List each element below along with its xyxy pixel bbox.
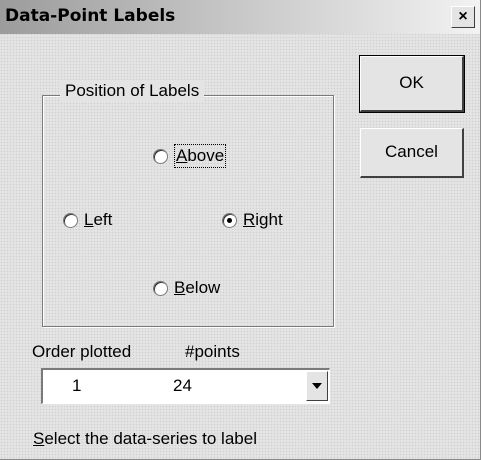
chevron-down-icon <box>312 383 322 389</box>
radio-right[interactable]: Right <box>222 209 283 231</box>
close-icon: × <box>458 8 468 25</box>
data-point-labels-dialog: Data-Point Labels × Position of Labels A… <box>0 0 481 460</box>
radio-below[interactable]: Below <box>153 277 220 299</box>
dropdown-button[interactable] <box>306 371 328 401</box>
radio-above[interactable]: Above <box>153 144 227 168</box>
points-header: #points <box>185 342 240 361</box>
radio-below-label: Below <box>174 278 221 297</box>
dialog-title: Data-Point Labels <box>5 6 176 26</box>
position-group-label: Position of Labels <box>60 80 205 102</box>
radio-left-label: Left <box>84 210 113 229</box>
selected-points-value: 24 <box>173 376 192 395</box>
radio-right-dot <box>227 217 232 223</box>
order-plotted-header: Order plotted <box>32 342 132 361</box>
data-series-select[interactable]: 1 24 <box>41 368 330 404</box>
radio-below-circle <box>153 280 168 296</box>
cancel-button-label: Cancel <box>385 142 438 161</box>
radio-right-label: Right <box>243 210 283 229</box>
close-button[interactable]: × <box>451 6 475 28</box>
radio-above-label: Above <box>174 144 227 168</box>
title-bar: Data-Point Labels × <box>0 0 480 34</box>
radio-above-circle <box>153 148 168 164</box>
select-series-hint: Select the data-series to label <box>33 429 257 448</box>
radio-left[interactable]: Left <box>63 209 112 231</box>
radio-right-circle <box>222 212 237 228</box>
ok-button-label: OK <box>399 73 424 92</box>
ok-button[interactable]: OK <box>359 55 465 113</box>
radio-left-circle <box>63 212 78 228</box>
selected-order-value: 1 <box>72 376 82 395</box>
cancel-button[interactable]: Cancel <box>360 128 464 178</box>
